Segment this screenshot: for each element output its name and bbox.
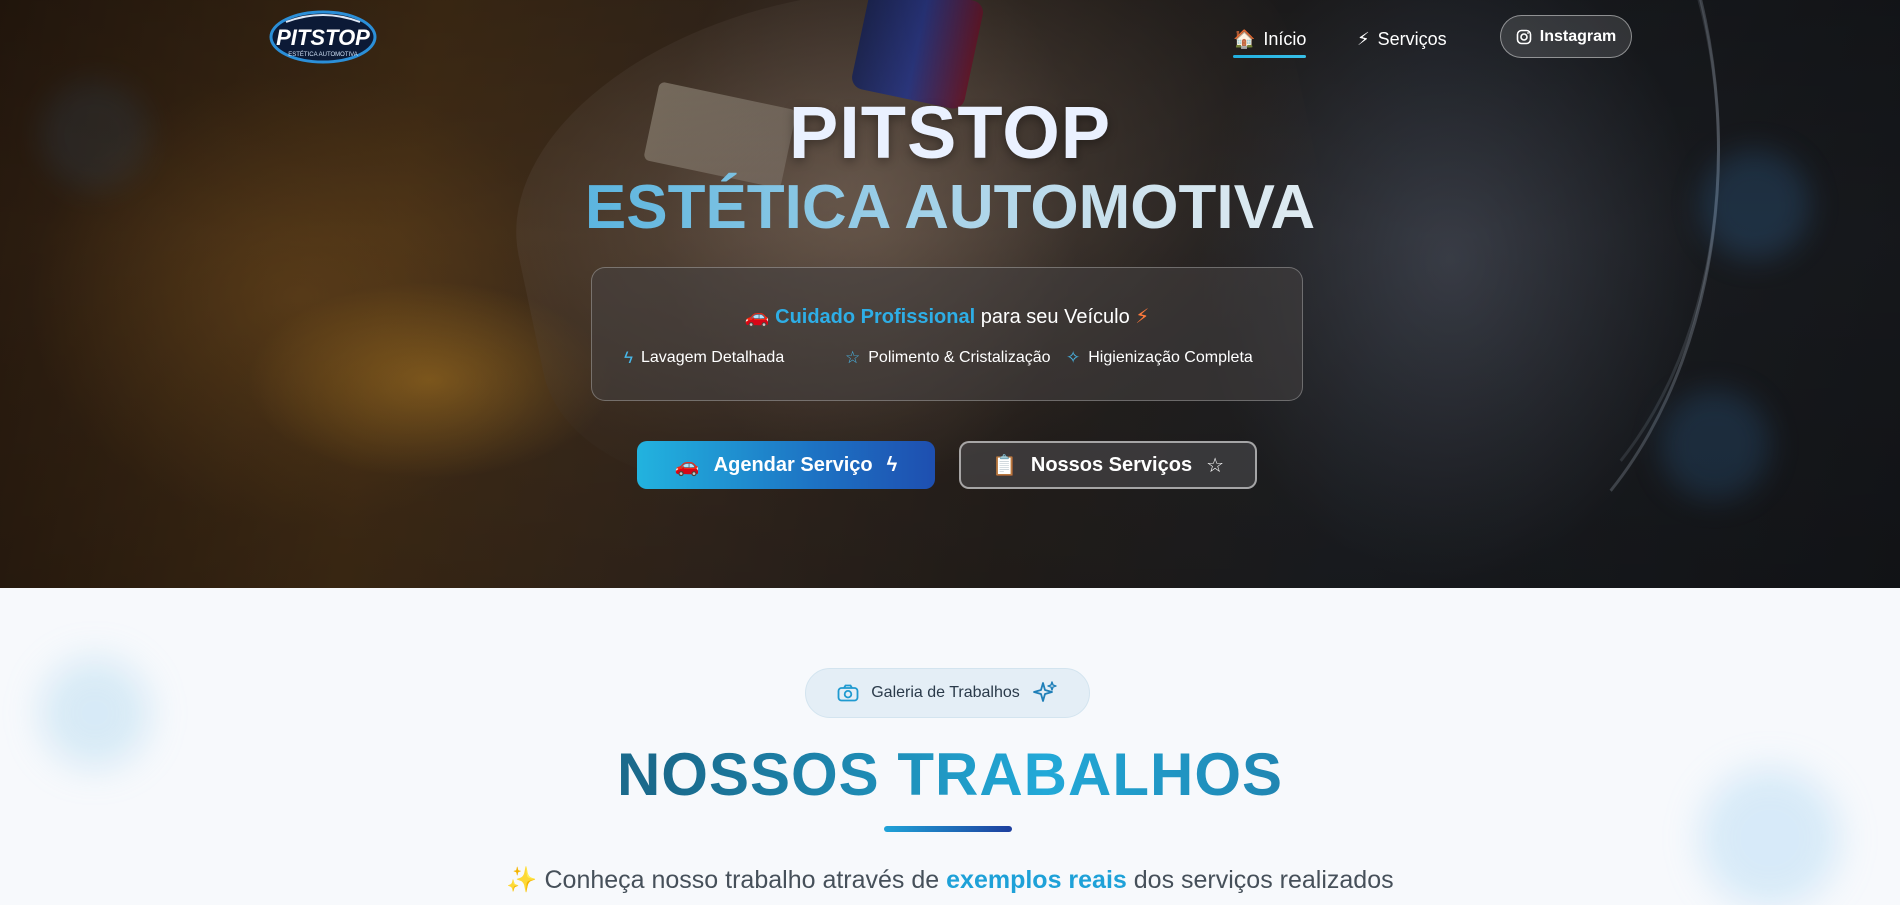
logo-text: PITSTOP (276, 25, 370, 50)
gallery-description: ✨ Conheça nosso trabalho através de exem… (0, 866, 1900, 895)
nav-services-link[interactable]: ⚡ Serviços (1357, 24, 1447, 54)
star-icon: ☆ (845, 348, 861, 367)
our-services-label: Nossos Serviços (1030, 453, 1193, 476)
feature-label: Lavagem Detalhada (641, 349, 785, 366)
gallery-desc-rest: dos serviços realizados (1133, 866, 1394, 894)
instagram-button[interactable]: Instagram (1500, 15, 1632, 58)
camera-icon (837, 684, 859, 702)
hero-subtitle: ESTÉTICA AUTOMOTIVA (0, 172, 1900, 243)
feature-item: ☆ Polimento & Cristalização (845, 348, 1051, 368)
nav-services-label: Serviços (1377, 28, 1447, 49)
feature-item: ✧ Higienização Completa (1066, 348, 1253, 368)
gallery-title: NOSSOS TRABALHOS (0, 740, 1900, 809)
feature-label: Polimento & Cristalização (868, 349, 1051, 366)
car-icon: 🚗 (744, 306, 770, 328)
bolt-icon: ⚡ (1357, 28, 1370, 49)
nav-home-label: Início (1263, 28, 1307, 49)
title-underline (884, 826, 1012, 832)
instagram-icon (1516, 29, 1532, 44)
star-icon: ☆ (1206, 454, 1225, 477)
gallery-desc-highlight: exemplos reais (946, 866, 1127, 894)
instagram-label: Instagram (1539, 27, 1617, 45)
sparkles-icon (1032, 681, 1057, 702)
feature-label: Higienização Completa (1088, 349, 1253, 366)
hero-title: PITSTOP (788, 91, 1112, 174)
zap-icon: ϟ (624, 348, 633, 367)
logo-emblem: PITSTOP ESTÉTICA AUTOMOTIVA (269, 10, 377, 64)
logo-subtext: ESTÉTICA AUTOMOTIVA (288, 51, 357, 58)
home-icon: 🏠 (1233, 28, 1256, 49)
logo[interactable]: PITSTOP ESTÉTICA AUTOMOTIVA (268, 8, 378, 64)
our-services-button[interactable]: 📋 Nossos Serviços ☆ (959, 441, 1257, 489)
schedule-service-label: Agendar Serviço (713, 453, 873, 476)
feature-item: ϟ Lavagem Detalhada (624, 348, 784, 368)
sparkles-icon: ✧ (1066, 348, 1081, 367)
hero-tagline: 🚗 Cuidado Profissional para seu Veículo … (592, 304, 1302, 329)
clipboard-icon: 📋 (991, 454, 1017, 477)
nav-home-link[interactable]: 🏠 Início (1233, 24, 1307, 58)
hero-section: PITSTOP ESTÉTICA AUTOMOTIVA 🏠 Início ⚡ S… (0, 0, 1900, 588)
gallery-desc-text: Conheça nosso trabalho através de (544, 866, 940, 894)
gallery-badge: Galeria de Trabalhos (805, 668, 1090, 718)
hero-info-card: 🚗 Cuidado Profissional para seu Veículo … (591, 267, 1303, 401)
zap-icon: ϟ (886, 453, 898, 476)
sparkles-icon: ✨ (506, 866, 538, 894)
schedule-service-button[interactable]: 🚗 Agendar Serviço ϟ (637, 441, 935, 489)
tagline-highlight: Cuidado Profissional (775, 306, 976, 328)
tagline-rest: para seu Veículo (980, 306, 1130, 328)
car-icon: 🚗 (674, 454, 700, 477)
gallery-badge-label: Galeria de Trabalhos (871, 684, 1020, 701)
bolt-icon: ⚡ (1135, 306, 1150, 328)
gallery-section: Galeria de Trabalhos NOSSOS TRABALHOS ✨ … (0, 588, 1900, 905)
